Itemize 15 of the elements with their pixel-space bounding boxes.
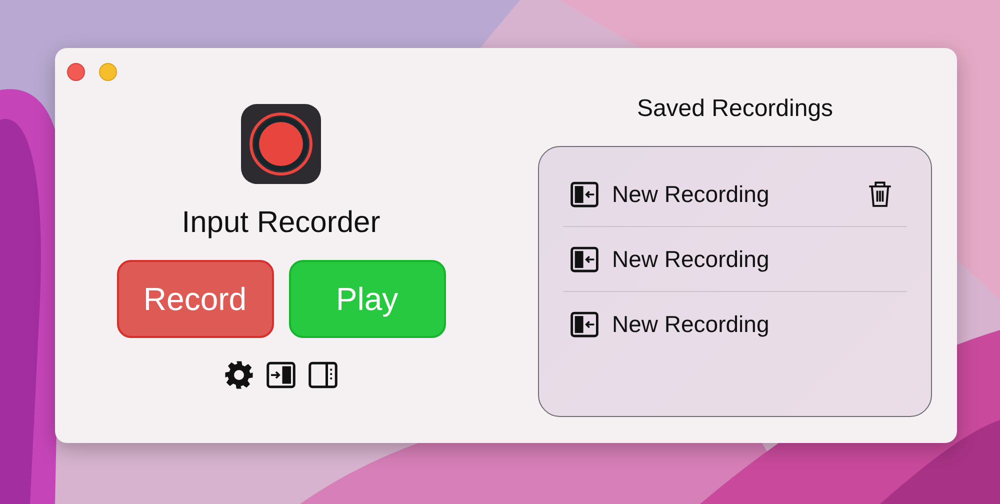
close-button[interactable] bbox=[67, 63, 85, 81]
recording-name[interactable]: New Recording bbox=[612, 246, 907, 272]
sidebar-icon[interactable] bbox=[308, 360, 338, 390]
import-icon[interactable] bbox=[266, 360, 296, 390]
recording-icon bbox=[570, 244, 599, 274]
recording-name[interactable]: New Recording bbox=[612, 180, 854, 208]
trash-icon[interactable] bbox=[867, 179, 893, 209]
recording-icon bbox=[570, 180, 599, 208]
record-app-icon bbox=[241, 104, 321, 184]
settings-icon[interactable] bbox=[224, 360, 254, 390]
recording-icon bbox=[570, 310, 599, 338]
section-title: Saved Recordings bbox=[636, 94, 834, 124]
recording-name[interactable]: New Recording bbox=[612, 310, 907, 338]
app-name: Input Recorder bbox=[182, 206, 380, 240]
record-button[interactable]: Record bbox=[116, 260, 274, 338]
